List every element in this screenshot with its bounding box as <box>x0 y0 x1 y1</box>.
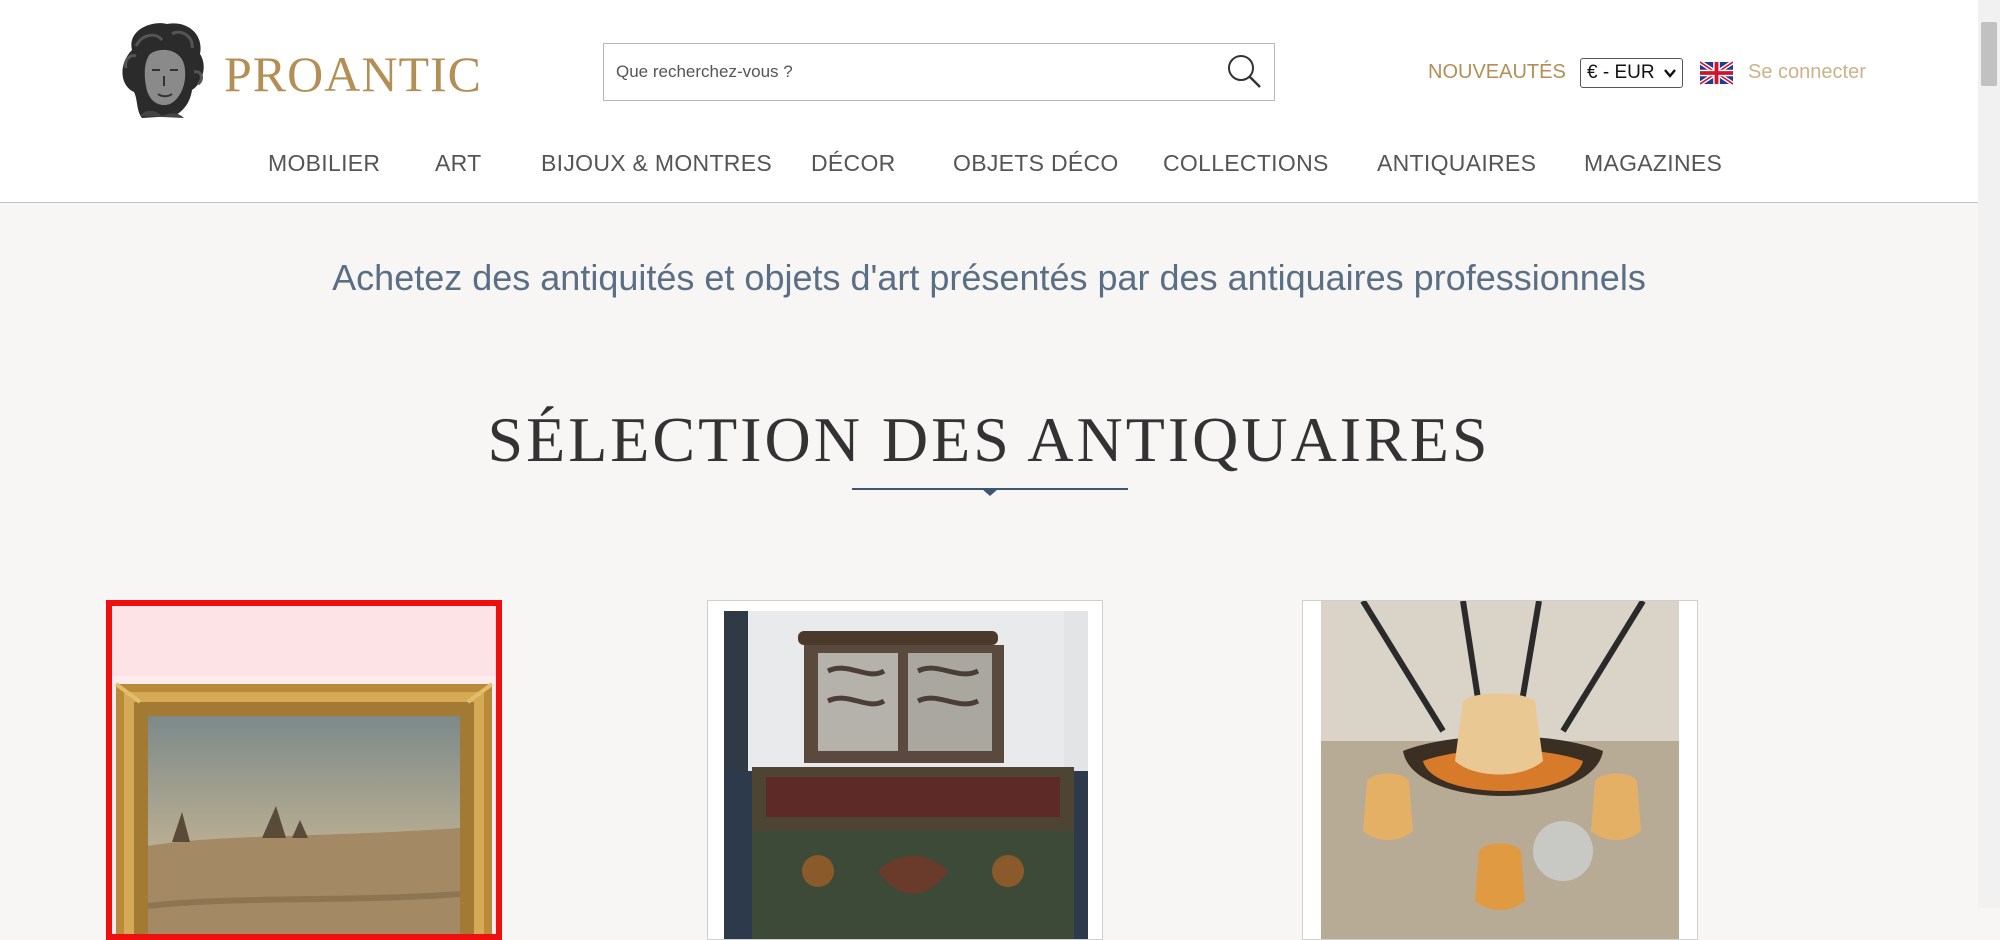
scrollbar-thumb[interactable] <box>1981 22 1997 86</box>
painted-iron-chest-image[interactable] <box>708 601 1103 940</box>
search-input[interactable] <box>604 44 1216 100</box>
site-header: PROANTIC NOUVEAUTÉS € - EUR Se connecter… <box>0 0 1978 203</box>
tagline: Achetez des antiquités et objets d'art p… <box>332 257 1646 298</box>
art-glass-chandelier-image[interactable] <box>1303 601 1698 940</box>
logo-bust-icon[interactable] <box>112 20 210 122</box>
nav-item-objets-deco[interactable]: OBJETS DÉCO <box>953 146 1119 180</box>
nav-item-bijoux-montres[interactable]: BIJOUX & MONTRES <box>541 146 772 180</box>
nav-item-mobilier[interactable]: MOBILIER <box>268 146 380 180</box>
search-icon[interactable] <box>1224 51 1264 91</box>
login-link[interactable]: Se connecter <box>1748 58 1866 86</box>
chevron-down-icon <box>1664 69 1676 78</box>
nav-item-antiquaires[interactable]: ANTIQUAIRES <box>1377 146 1536 180</box>
gilt-framed-painting-image[interactable] <box>112 606 496 940</box>
main-nav: MOBILIER ART BIJOUX & MONTRES DÉCOR OBJE… <box>0 146 1978 186</box>
product-card-2[interactable] <box>707 600 1103 940</box>
search-box <box>603 43 1275 101</box>
brand-logo-text[interactable]: PROANTIC <box>224 44 482 104</box>
section-title: SÉLECTION DES ANTIQUAIRES <box>487 404 1491 475</box>
currency-select[interactable]: € - EUR <box>1580 58 1683 88</box>
nouveautes-link[interactable]: NOUVEAUTÉS <box>1428 58 1566 86</box>
uk-flag-icon[interactable] <box>1700 61 1733 85</box>
product-card-3[interactable] <box>1302 600 1698 940</box>
nav-item-art[interactable]: ART <box>435 146 482 180</box>
nav-item-magazines[interactable]: MAGAZINES <box>1584 146 1722 180</box>
product-card-1[interactable] <box>106 600 502 940</box>
nav-item-collections[interactable]: COLLECTIONS <box>1163 146 1329 180</box>
title-divider <box>852 488 1128 496</box>
nav-item-decor[interactable]: DÉCOR <box>811 146 896 180</box>
currency-value: € - EUR <box>1587 62 1655 83</box>
page-scrollbar[interactable] <box>1978 0 2000 908</box>
